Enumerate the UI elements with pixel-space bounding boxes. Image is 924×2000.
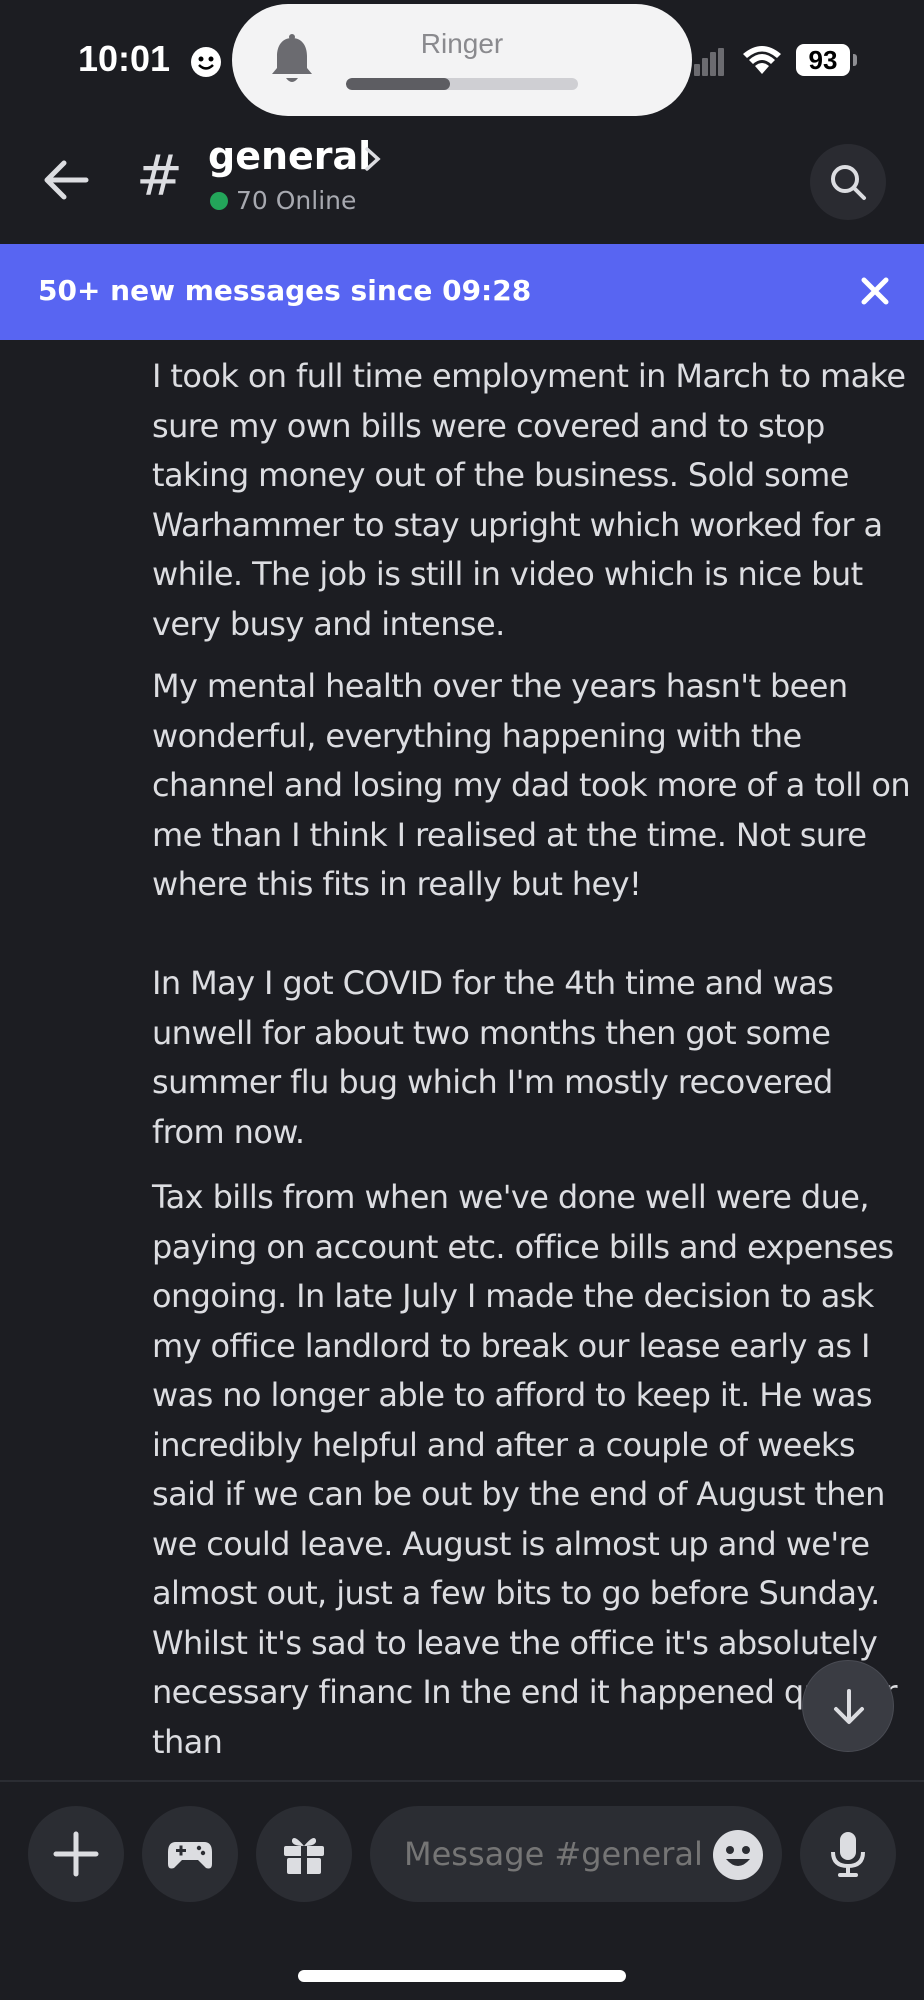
ringer-hud: Ringer: [232, 4, 692, 116]
ringer-volume-slider: [346, 78, 578, 90]
close-icon[interactable]: [860, 276, 890, 306]
activities-button[interactable]: [142, 1806, 238, 1902]
message-text: I took on full time employment in March …: [152, 357, 906, 643]
gamepad-icon: [168, 1842, 212, 1869]
gift-button[interactable]: [256, 1806, 352, 1902]
add-attachment-button[interactable]: [28, 1806, 124, 1902]
message-text: My mental health over the years hasn't b…: [152, 667, 911, 1151]
new-messages-text: 50+ new messages since 09:28: [38, 274, 532, 307]
channel-header: # general 70 Online: [0, 120, 924, 244]
search-button[interactable]: [810, 144, 886, 220]
channel-hash-icon: #: [136, 144, 183, 209]
search-icon: [831, 165, 866, 200]
new-messages-banner[interactable]: 50+ new messages since 09:28: [0, 244, 924, 340]
plus-icon: [53, 1831, 99, 1877]
gift-icon: [284, 1838, 324, 1874]
voice-message-button[interactable]: [800, 1806, 896, 1902]
emoji-icon[interactable]: [712, 1829, 764, 1881]
cell-signal-icon: [694, 48, 724, 76]
home-indicator[interactable]: [298, 1970, 626, 1982]
chevron-right-icon[interactable]: [362, 144, 384, 174]
message-composer: [0, 1780, 924, 2000]
arrow-down-icon: [834, 1689, 864, 1724]
battery-tip: [853, 54, 857, 66]
message-list[interactable]: I took on full time employment in March …: [0, 340, 924, 1780]
online-status-dot: [210, 192, 228, 210]
battery-indicator: 93: [796, 44, 850, 76]
status-time: 10:01: [78, 38, 171, 79]
focus-smiley-icon: [191, 47, 221, 77]
online-count: 70 Online: [236, 186, 357, 215]
wifi-icon: [743, 46, 781, 74]
message-text: Tax bills from when we've done well were…: [152, 1178, 898, 1761]
ringer-label: Ringer: [420, 28, 504, 59]
microphone-icon: [831, 1832, 865, 1877]
arrow-left-icon[interactable]: [40, 154, 92, 206]
jump-to-present-button[interactable]: [802, 1660, 894, 1752]
ringer-volume-fill: [346, 78, 451, 90]
channel-name[interactable]: general: [208, 134, 371, 178]
